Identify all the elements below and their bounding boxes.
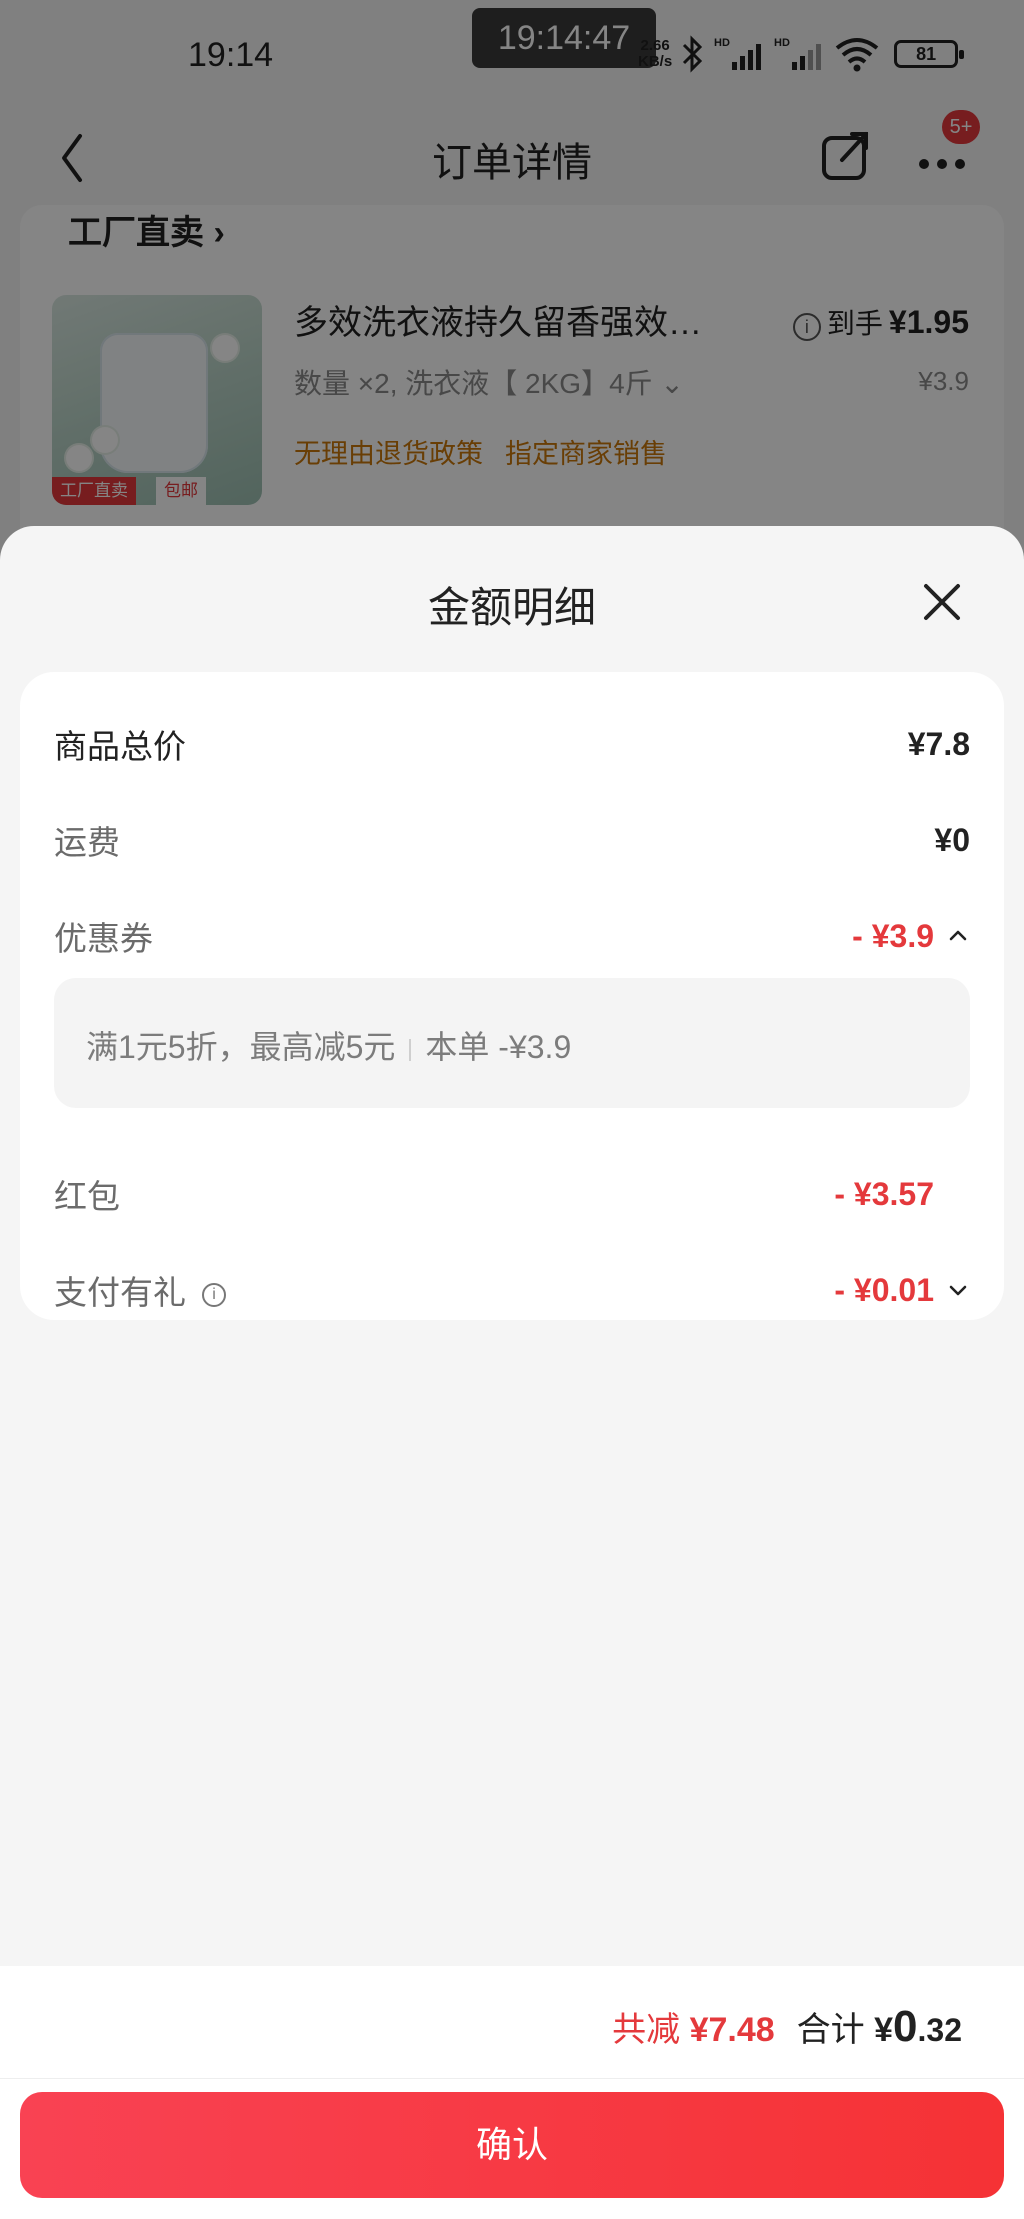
- confirm-button[interactable]: 确认: [20, 2092, 1004, 2198]
- row-value: - ¥0.01: [834, 1272, 970, 1309]
- row-label: 运费: [54, 824, 120, 861]
- divider: [409, 1038, 412, 1061]
- close-icon[interactable]: [914, 574, 970, 630]
- amount-detail-card: 商品总价 ¥7.8 运费 ¥0 优惠券 - ¥3.9 满1元5折，最高减5元 本单…: [20, 672, 1004, 1320]
- info-icon[interactable]: i: [202, 1283, 226, 1308]
- row-value: ¥0: [934, 821, 970, 858]
- row-payment-gift[interactable]: 支付有礼 i - ¥0.01: [54, 1265, 970, 1315]
- row-label: 红包: [54, 1178, 120, 1215]
- row-value: - ¥3.57: [834, 1175, 934, 1212]
- chevron-down-icon[interactable]: [946, 1278, 970, 1302]
- row-value: - ¥3.9: [852, 918, 970, 955]
- row-red-packet: 红包 - ¥3.57: [54, 1169, 970, 1219]
- total-amount: 合计 ¥0.32: [796, 2002, 962, 2051]
- footer-bar: 共减 ¥7.48 合计 ¥0.32 确认: [0, 1966, 1024, 2219]
- total-summary: 共减 ¥7.48 合计 ¥0.32: [612, 2002, 962, 2052]
- chevron-up-icon[interactable]: [946, 924, 970, 948]
- row-value: ¥7.8: [907, 725, 970, 762]
- row-label: 商品总价: [54, 728, 186, 765]
- sheet-title: 金额明细: [427, 584, 596, 631]
- total-reduction: 共减 ¥7.48: [612, 2011, 775, 2049]
- row-label: 优惠券: [54, 920, 153, 957]
- row-coupon[interactable]: 优惠券 - ¥3.9: [54, 911, 970, 961]
- coupon-detail-text: 满1元5折，最高减5元 本单 -¥3.9: [86, 1029, 572, 1065]
- row-shipping: 运费 ¥0: [54, 815, 970, 865]
- footer-divider: [0, 2078, 1024, 2079]
- coupon-detail-box: 满1元5折，最高减5元 本单 -¥3.9: [54, 978, 970, 1108]
- row-label: 支付有礼 i: [54, 1266, 226, 1314]
- row-item-total: 商品总价 ¥7.8: [54, 719, 970, 769]
- dim-overlay[interactable]: [0, 0, 1024, 560]
